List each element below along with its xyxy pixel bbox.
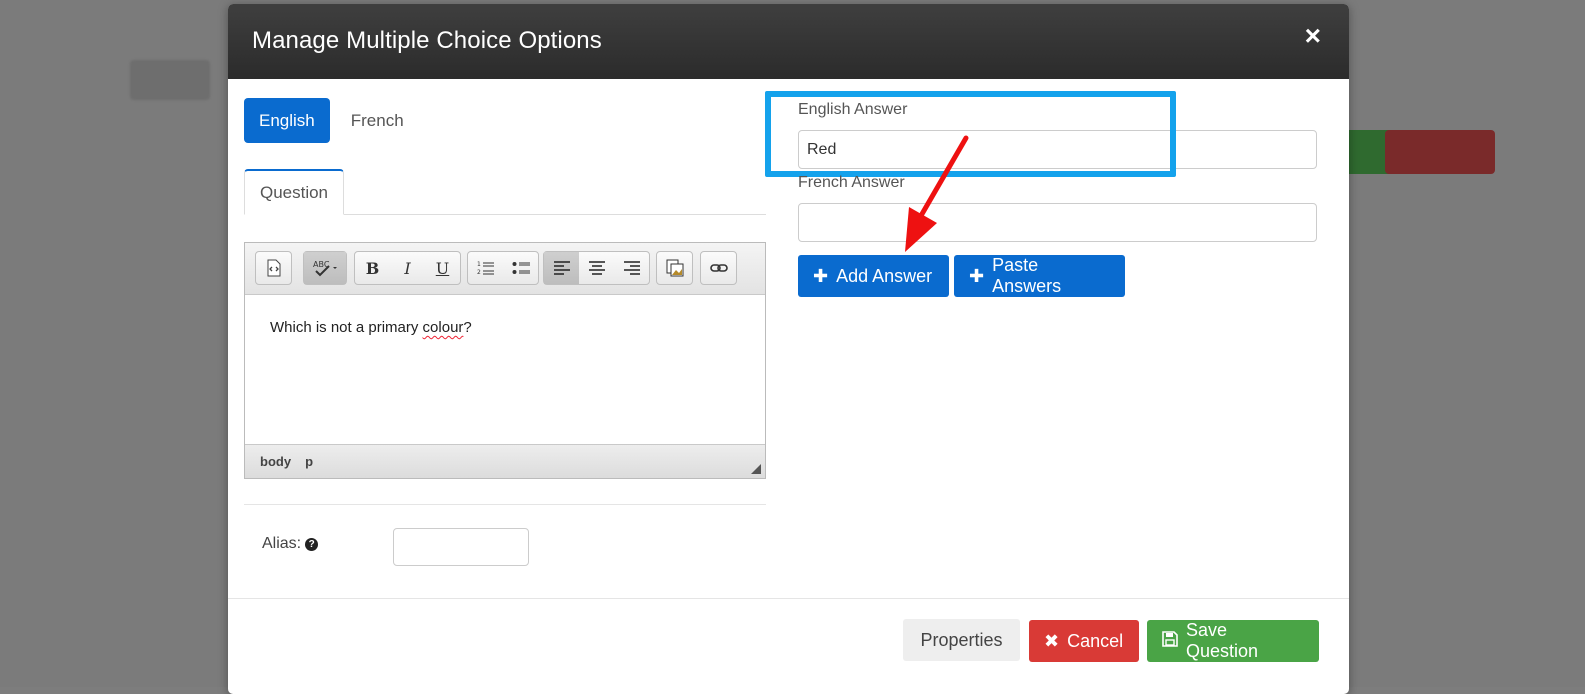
resize-handle[interactable] <box>751 464 761 474</box>
language-tabs: English French <box>244 98 419 143</box>
unordered-list-icon[interactable] <box>503 252 538 284</box>
properties-label: Properties <box>920 629 1003 650</box>
paste-answers-button[interactable]: ✚ Paste Answers <box>954 255 1125 297</box>
alias-input[interactable] <box>393 528 529 566</box>
status-path-p[interactable]: p <box>305 454 313 469</box>
cancel-label: Cancel <box>1067 630 1124 651</box>
question-text-prefix: Which is not a primary <box>270 319 423 336</box>
alias-label: Alias: ? <box>262 535 319 553</box>
add-answer-button[interactable]: ✚ Add Answer <box>798 255 949 297</box>
tab-english[interactable]: English <box>244 98 330 143</box>
svg-text:2: 2 <box>477 269 481 276</box>
toolbar-group-align <box>543 251 650 285</box>
toolbar-group-media <box>656 251 693 285</box>
background-blur <box>130 60 210 100</box>
save-question-label: Save Question <box>1186 620 1259 661</box>
french-answer-input[interactable] <box>798 203 1317 242</box>
toolbar-group-spell: ABC <box>303 251 347 285</box>
editor-toolbar: ABC B I U 12 <box>245 243 765 295</box>
svg-text:1: 1 <box>477 261 481 268</box>
toolbar-group-lists: 12 <box>467 251 539 285</box>
modal-header: Manage Multiple Choice Options × <box>228 4 1349 79</box>
spellcheck-icon[interactable]: ABC <box>304 252 346 284</box>
modal-title: Manage Multiple Choice Options <box>252 27 602 54</box>
tab-question[interactable]: Question <box>244 169 344 215</box>
question-tabs: Question <box>244 169 766 215</box>
close-button[interactable]: × <box>1305 22 1321 50</box>
divider <box>244 504 766 505</box>
save-question-button[interactable]: Save Question <box>1147 620 1319 662</box>
source-icon[interactable] <box>256 252 291 284</box>
french-answer-label: French Answer <box>798 174 905 191</box>
add-answer-label: Add Answer <box>836 265 933 286</box>
align-right-icon[interactable] <box>614 252 649 284</box>
editor-content[interactable]: Which is not a primary colour? <box>245 295 765 445</box>
link-icon[interactable] <box>701 252 736 284</box>
highlight-box <box>765 91 1176 177</box>
footer-divider <box>228 598 1349 599</box>
alias-label-text: Alias: <box>262 535 302 552</box>
manage-options-modal: Manage Multiple Choice Options × English… <box>228 4 1349 694</box>
ordered-list-icon[interactable]: 12 <box>468 252 503 284</box>
italic-icon[interactable]: I <box>390 252 425 284</box>
align-center-icon[interactable] <box>579 252 614 284</box>
question-editor: ABC B I U 12 Which is not a primary colo… <box>244 242 766 479</box>
paste-answers-label: Paste Answers <box>992 255 1062 296</box>
bold-icon[interactable]: B <box>355 252 390 284</box>
background-red-button <box>1385 130 1495 174</box>
editor-status-bar: body p <box>245 444 765 478</box>
cancel-button[interactable]: ✖ Cancel <box>1029 620 1139 662</box>
help-icon[interactable]: ? <box>305 537 319 551</box>
save-icon <box>1162 630 1178 652</box>
align-left-icon[interactable] <box>544 252 579 284</box>
plus-icon: ✚ <box>813 265 829 286</box>
properties-button[interactable]: Properties <box>903 619 1020 661</box>
image-icon[interactable] <box>657 252 692 284</box>
toolbar-group-source <box>255 251 292 285</box>
plus-icon: ✚ <box>969 265 985 286</box>
question-text-suffix: ? <box>463 319 472 336</box>
misspelled-word: colour <box>422 319 464 336</box>
underline-icon[interactable]: U <box>425 252 460 284</box>
toolbar-group-format: B I U <box>354 251 461 285</box>
tab-french[interactable]: French <box>336 98 419 143</box>
toolbar-group-link <box>700 251 737 285</box>
status-path-body[interactable]: body <box>260 454 291 469</box>
close-x-icon: ✖ <box>1044 630 1060 651</box>
